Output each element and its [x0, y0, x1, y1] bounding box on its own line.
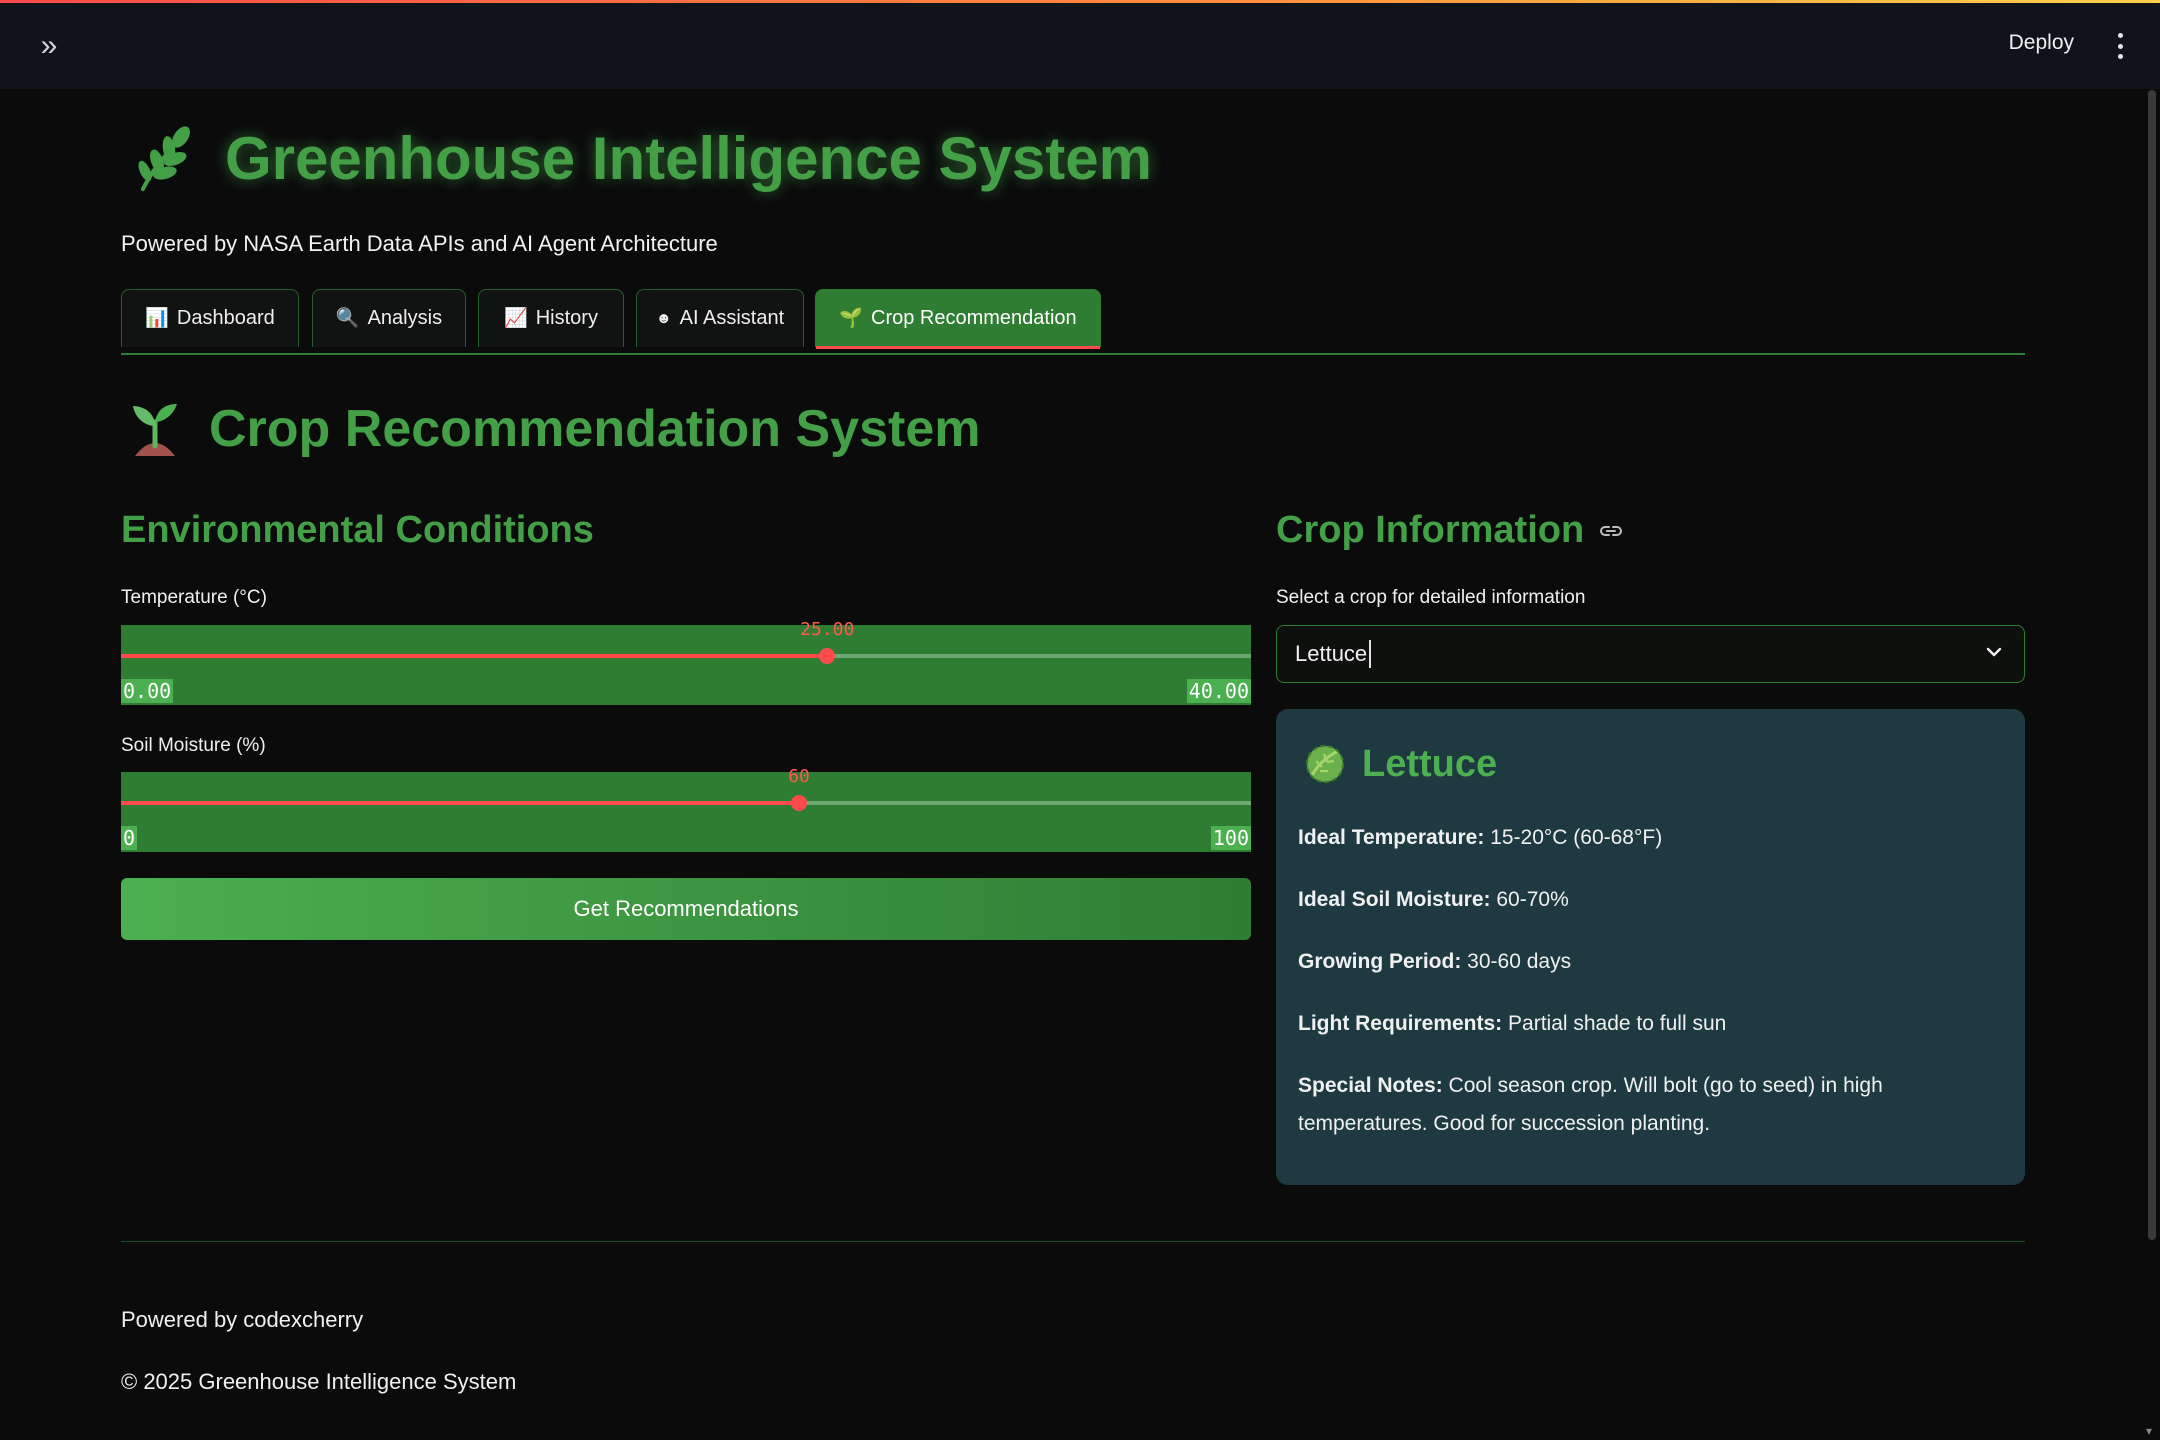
growing-period-row: Growing Period: 30-60 days [1298, 943, 1998, 981]
info-value: 60-70% [1490, 888, 1569, 911]
info-key: Light Requirements: [1298, 1012, 1503, 1035]
soil-moisture-label: Soil Moisture (%) [121, 735, 266, 756]
leafy-green-icon [1306, 745, 1344, 783]
slider-fill [121, 654, 828, 658]
ideal-temperature-row: Ideal Temperature: 15-20°C (60-68°F) [1298, 819, 1998, 857]
info-key: Growing Period: [1298, 950, 1462, 973]
crop-select-value: Lettuce [1295, 641, 1368, 666]
slider-thumb[interactable] [791, 795, 807, 811]
anchor-link-icon[interactable] [1598, 518, 1624, 544]
chevron-down-icon[interactable] [1984, 642, 2004, 662]
info-key: Special Notes: [1298, 1074, 1443, 1097]
page-scrollbar[interactable] [2148, 90, 2156, 1240]
tab-crop-recommendation[interactable]: 🌱 Crop Recommendation [815, 289, 1101, 349]
footer-copyright: © 2025 Greenhouse Intelligence System [121, 1369, 517, 1394]
info-value: Partial shade to full sun [1502, 1012, 1727, 1035]
special-notes-row: Special Notes: Cool season crop. Will bo… [1298, 1067, 1998, 1143]
magnifier-icon: 🔍 [335, 308, 360, 329]
tab-history[interactable]: 📈 History [478, 289, 624, 347]
top-toolbar: » Deploy [0, 3, 2160, 89]
slider-max: 40.00 [1186, 679, 1251, 703]
slider-thumb[interactable] [819, 648, 836, 664]
tab-dashboard[interactable]: 📊 Dashboard [121, 289, 299, 347]
temperature-slider[interactable]: 25.00 0.00 40.00 [121, 619, 1251, 705]
tab-label: Analysis [367, 307, 443, 329]
bar-chart-icon: 📊 [145, 308, 169, 329]
environmental-conditions-heading: Environmental Conditions [121, 509, 594, 551]
tab-analysis[interactable]: 🔍 Analysis [312, 289, 466, 347]
light-requirements-row: Light Requirements: Partial shade to ful… [1298, 1005, 1998, 1043]
deploy-button[interactable]: Deploy [2009, 31, 2074, 55]
seedling-icon [133, 404, 177, 456]
get-recommendations-button[interactable]: Get Recommendations [121, 878, 1251, 940]
page-title: Crop Recommendation System [127, 399, 981, 459]
footer-divider [121, 1241, 2025, 1242]
crop-information-heading: Crop Information [1276, 509, 1624, 552]
crop-card-title: Lettuce [1362, 742, 1498, 785]
crop-info-card: Lettuce Ideal Temperature: 15-20°C (60-6… [1276, 709, 2025, 1185]
tab-bar: 📊 Dashboard 🔍 Analysis 📈 History ☻ AI As… [121, 289, 2025, 355]
info-value: 30-60 days [1461, 950, 1572, 973]
expand-sidebar-icon[interactable]: » [34, 31, 64, 61]
info-value: 15-20°C (60-68°F) [1484, 826, 1663, 849]
app-title: Greenhouse Intelligence System [131, 123, 1152, 193]
slider-min: 0 [121, 826, 138, 850]
app-subtitle: Powered by NASA Earth Data APIs and AI A… [121, 231, 718, 256]
more-menu-icon[interactable] [2116, 33, 2124, 59]
slider-value: 60 [788, 766, 810, 787]
tab-label: Dashboard [176, 307, 275, 329]
crop-card-header: Lettuce [1302, 741, 2003, 787]
text-cursor [1369, 640, 1372, 668]
slider-min: 0.00 [121, 679, 174, 703]
tab-label: Crop Recommendation [871, 307, 1077, 329]
crop-information-title: Crop Information [1276, 509, 1585, 551]
tab-label: AI Assistant [679, 307, 785, 329]
soil-moisture-slider[interactable]: 60 0 100 [121, 766, 1251, 852]
page-title-text: Crop Recommendation System [209, 400, 981, 458]
seedling-icon: 🌱 [839, 308, 863, 329]
info-key: Ideal Soil Moisture: [1298, 888, 1491, 911]
slider-value: 25.00 [800, 619, 855, 640]
crop-select[interactable]: Lettuce [1276, 625, 2025, 683]
info-key: Ideal Temperature: [1298, 826, 1485, 849]
app-title-text: Greenhouse Intelligence System [225, 124, 1152, 192]
tab-ai-assistant[interactable]: ☻ AI Assistant [636, 289, 804, 347]
footer-powered-by: Powered by codexcherry [121, 1307, 364, 1332]
crop-select-label: Select a crop for detailed information [1276, 587, 1586, 608]
robot-icon: ☻ [655, 310, 672, 327]
ideal-soil-moisture-row: Ideal Soil Moisture: 60-70% [1298, 881, 1998, 919]
temperature-label: Temperature (°C) [121, 587, 267, 608]
trend-chart-icon: 📈 [504, 308, 528, 329]
slider-fill [121, 801, 799, 805]
herb-leaf-icon [138, 126, 190, 191]
slider-max: 100 [1210, 826, 1251, 850]
tab-label: History [535, 307, 598, 329]
scroll-down-arrow-icon[interactable]: ▾ [2146, 1424, 2158, 1438]
